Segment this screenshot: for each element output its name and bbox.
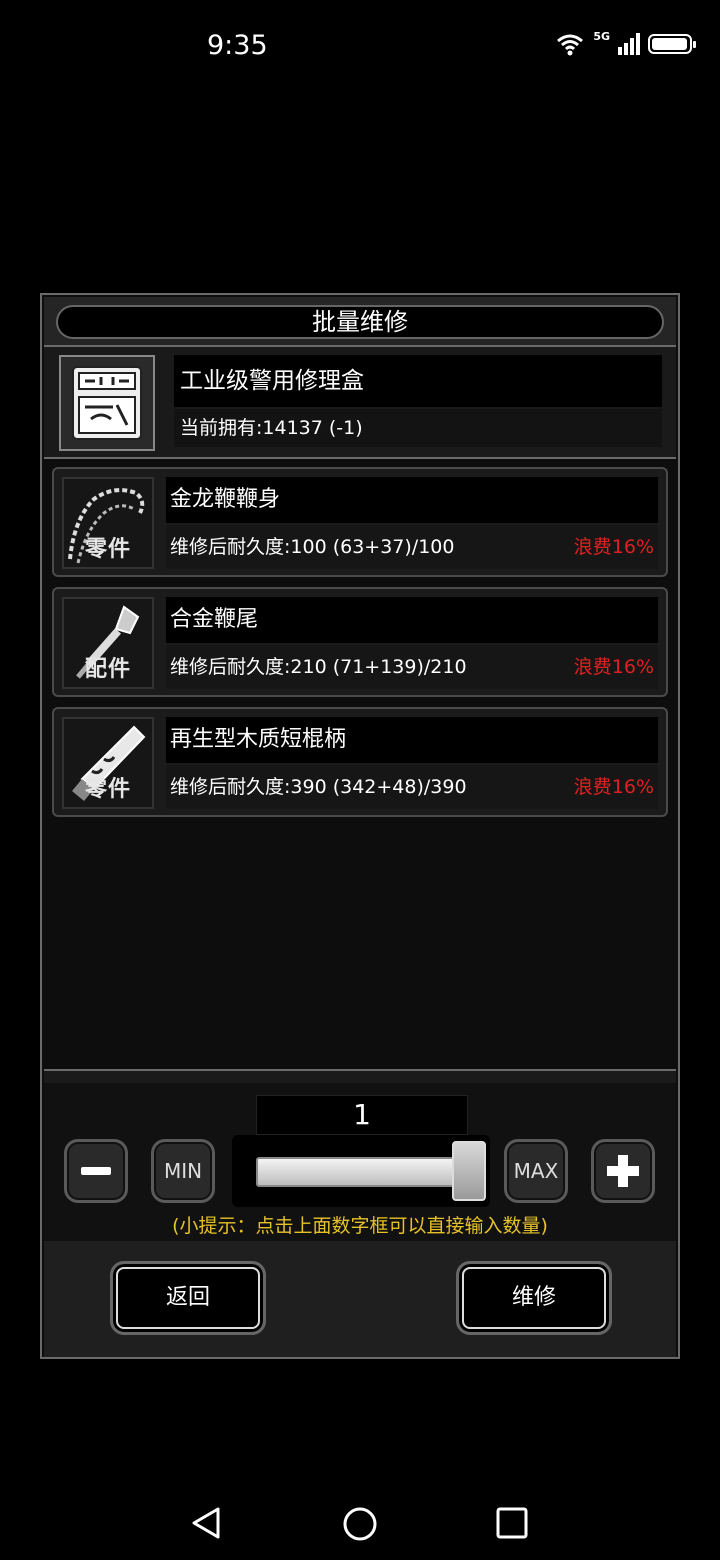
repair-kit-name: 工业级警用修理盒: [174, 355, 662, 407]
list-item[interactable]: 零件 金龙鞭鞭身 维修后耐久度:100 (63+37)/100 浪费16%: [52, 467, 668, 577]
quantity-control: 1 MIN MAX (小提示：点击上面数字框可以直接输入数量): [44, 1083, 676, 1241]
whip-tail-icon: 配件: [62, 597, 154, 689]
item-name: 再生型木质短棍柄: [166, 717, 658, 763]
item-waste: 浪费16%: [573, 656, 654, 678]
wifi-icon: [557, 34, 584, 56]
batch-repair-dialog: 批量维修 工业级警用修理盒 当前拥有:14137 (-1) 零件 金龙鞭鞭身 维…: [40, 293, 680, 1359]
minus-icon: [81, 1167, 111, 1175]
slider-track: [256, 1157, 456, 1187]
item-name: 金龙鞭鞭身: [166, 477, 658, 523]
repair-kit-icon: [59, 355, 155, 451]
dialog-title: 批量维修: [56, 305, 664, 339]
item-tag: 零件: [84, 777, 131, 802]
decrease-button[interactable]: [64, 1139, 128, 1203]
action-bar: 返回 维修: [44, 1241, 676, 1357]
signal-icon: [618, 33, 640, 55]
item-waste: 浪费16%: [573, 776, 654, 798]
item-name: 合金鞭尾: [166, 597, 658, 643]
hint-text: (小提示：点击上面数字框可以直接输入数量): [172, 1215, 548, 1237]
status-icons: 5G: [555, 29, 696, 56]
repair-kit-row: 工业级警用修理盒 当前拥有:14137 (-1): [44, 347, 676, 459]
wooden-handle-icon: 零件: [62, 717, 154, 809]
title-bar: 批量维修: [44, 297, 676, 347]
back-nav-icon[interactable]: [190, 1506, 222, 1540]
item-tag: 零件: [84, 537, 131, 562]
status-time: 9:35: [207, 30, 268, 61]
quantity-input[interactable]: 1: [256, 1095, 468, 1135]
back-button[interactable]: 返回: [110, 1261, 266, 1335]
network-type: 5G: [593, 29, 610, 43]
repair-item-list: 零件 金龙鞭鞭身 维修后耐久度:100 (63+37)/100 浪费16% 配件…: [44, 459, 676, 1069]
quantity-slider[interactable]: [232, 1135, 490, 1207]
home-nav-icon[interactable]: [342, 1506, 378, 1542]
whip-body-icon: 零件: [62, 477, 154, 569]
repair-kit-count: 当前拥有:14137 (-1): [174, 409, 662, 447]
recents-nav-icon[interactable]: [496, 1507, 528, 1539]
repair-button[interactable]: 维修: [456, 1261, 612, 1335]
max-button[interactable]: MAX: [504, 1139, 568, 1203]
slider-thumb[interactable]: [452, 1141, 486, 1201]
navigation-bar: [0, 1500, 720, 1546]
battery-icon: [648, 34, 696, 54]
list-item[interactable]: 零件 再生型木质短棍柄 维修后耐久度:390 (342+48)/390 浪费16…: [52, 707, 668, 817]
min-button[interactable]: MIN: [151, 1139, 215, 1203]
list-item[interactable]: 配件 合金鞭尾 维修后耐久度:210 (71+139)/210 浪费16%: [52, 587, 668, 697]
increase-button[interactable]: [591, 1139, 655, 1203]
item-waste: 浪费16%: [573, 536, 654, 558]
item-tag: 配件: [84, 657, 131, 682]
